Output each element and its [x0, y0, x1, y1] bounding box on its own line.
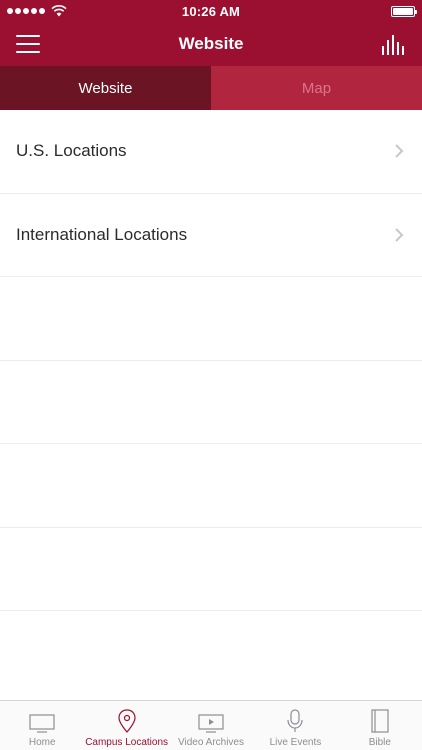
- video-play-icon: [198, 714, 224, 733]
- status-left: [7, 5, 127, 17]
- status-time: 10:26 AM: [181, 3, 241, 19]
- empty-row: [0, 444, 422, 528]
- status-right: [295, 5, 417, 17]
- location-pin-icon: [118, 709, 136, 733]
- battery-icon: [390, 5, 417, 17]
- tv-icon: [29, 714, 55, 733]
- segment-website[interactable]: Website: [0, 66, 211, 110]
- tab-bar: Home Campus Locations Video Archives Liv…: [0, 700, 422, 750]
- tab-label: Campus Locations: [85, 737, 169, 748]
- list-item-label: U.S. Locations: [16, 141, 127, 161]
- tab-home[interactable]: Home: [0, 701, 84, 750]
- tab-bible[interactable]: Bible: [338, 701, 422, 750]
- tab-label: Home: [28, 737, 56, 748]
- tab-label: Bible: [368, 737, 391, 748]
- empty-row: [0, 528, 422, 611]
- list-item-label: International Locations: [16, 224, 188, 244]
- list-item-international-locations[interactable]: International Locations: [0, 194, 422, 277]
- empty-row: [0, 361, 422, 444]
- microphone-icon: [287, 709, 304, 732]
- audio-bars-icon[interactable]: [382, 33, 408, 55]
- empty-row: [0, 277, 422, 361]
- chevron-right-icon: [395, 144, 404, 158]
- book-icon: [371, 709, 389, 733]
- tab-video-archives[interactable]: Video Archives: [169, 701, 253, 750]
- tab-label: Live Events: [269, 737, 322, 748]
- list-item-us-locations[interactable]: U.S. Locations: [0, 110, 422, 194]
- status-bar: 10:26 AM: [0, 0, 422, 22]
- wifi-icon: [51, 5, 67, 17]
- segmented-control: Website Map: [0, 66, 422, 110]
- chevron-right-icon: [395, 228, 404, 242]
- tab-live-events[interactable]: Live Events: [253, 701, 337, 750]
- tab-label: Video Archives: [178, 737, 244, 748]
- page-title: Website: [178, 34, 244, 53]
- cellular-signal-icon: [7, 8, 45, 14]
- locations-list: U.S. Locations International Locations: [0, 110, 422, 695]
- navigation-bar: Website: [0, 22, 422, 66]
- hamburger-menu-icon[interactable]: [16, 35, 40, 53]
- empty-row: [0, 611, 422, 695]
- segment-map[interactable]: Map: [211, 66, 422, 110]
- tab-campus-locations[interactable]: Campus Locations: [84, 701, 168, 750]
